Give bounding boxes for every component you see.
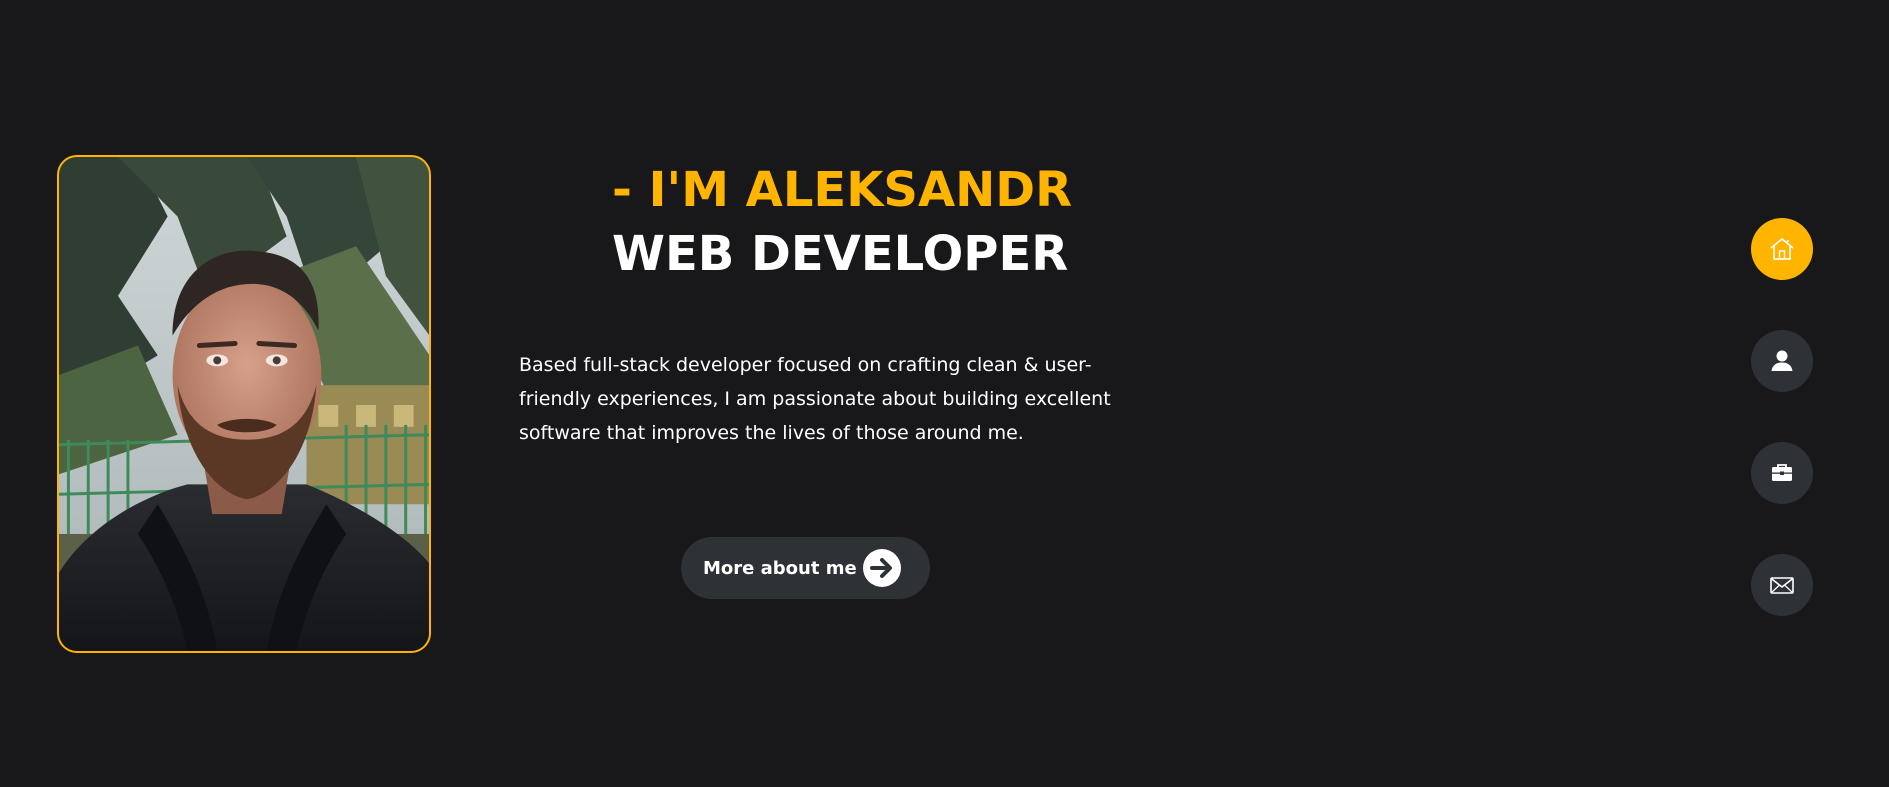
role-title: WEB DEVELOPER [612, 226, 1069, 282]
nav-contact-button[interactable] [1751, 554, 1813, 616]
intro-text: Based full-stack developer focused on cr… [519, 354, 1111, 444]
more-about-me-label: More about me [703, 557, 857, 579]
nav-portfolio-button[interactable] [1751, 442, 1813, 504]
arrow-right-circle-icon [863, 549, 901, 587]
more-about-me-button[interactable]: More about me [681, 537, 930, 599]
envelope-icon [1770, 577, 1794, 594]
briefcase-icon [1772, 464, 1792, 481]
user-icon [1771, 350, 1793, 371]
hero-headline: - I'M ALEKSANDR WEB DEVELOPER [612, 158, 1072, 286]
nav-home-button[interactable] [1751, 218, 1813, 280]
profile-photo [57, 155, 431, 653]
portrait-photo [59, 157, 429, 651]
home-icon [1770, 238, 1794, 260]
greeting-title: - I'M ALEKSANDR [612, 162, 1073, 218]
nav-about-button[interactable] [1751, 330, 1813, 392]
